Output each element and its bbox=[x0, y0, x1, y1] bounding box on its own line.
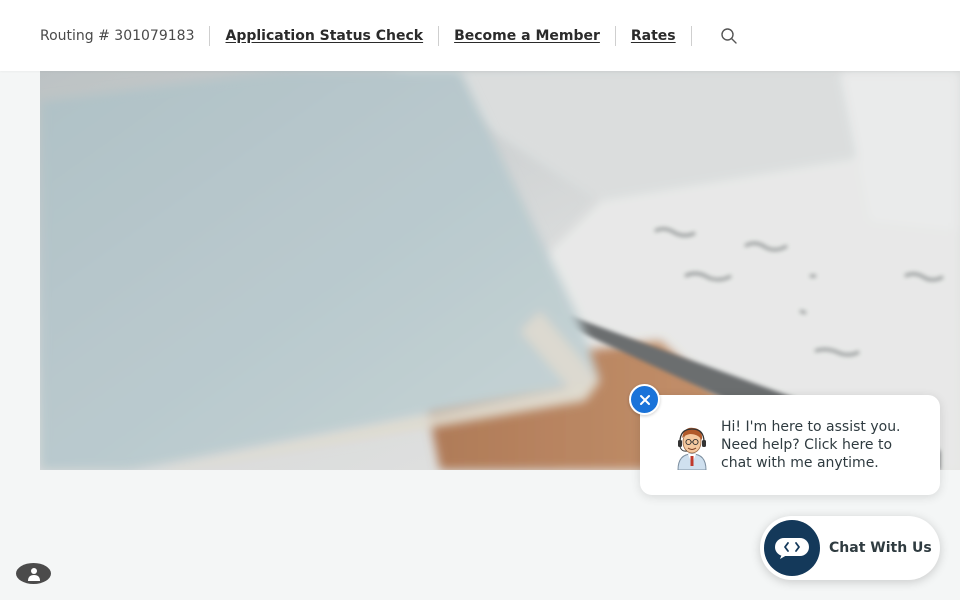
divider bbox=[614, 25, 616, 46]
divider bbox=[690, 25, 692, 46]
support-agent-avatar bbox=[672, 422, 712, 470]
chat-launcher-label: Chat With Us bbox=[829, 540, 932, 556]
accessibility-button[interactable] bbox=[16, 563, 51, 584]
chat-icon-circle bbox=[764, 520, 820, 576]
chat-launcher-button[interactable]: Chat With Us bbox=[760, 516, 940, 580]
chat-icon bbox=[775, 538, 809, 559]
search-icon bbox=[720, 27, 737, 44]
chat-invite-popup[interactable]: Hi! I'm here to assist you. Need help? C… bbox=[640, 395, 940, 495]
divider bbox=[209, 25, 211, 46]
accessibility-icon bbox=[27, 567, 40, 581]
chat-invite-message: Hi! I'm here to assist you. Need help? C… bbox=[721, 419, 901, 471]
search-button[interactable] bbox=[717, 24, 741, 48]
nav-link-rates[interactable]: Rates bbox=[631, 28, 676, 44]
divider bbox=[438, 25, 440, 46]
top-utility-bar: Routing # 301079183 Application Status C… bbox=[0, 0, 960, 71]
nav-link-application-status[interactable]: Application Status Check bbox=[225, 28, 423, 44]
close-chat-popup-button[interactable] bbox=[629, 384, 660, 415]
routing-number: Routing # 301079183 bbox=[40, 27, 195, 44]
nav-link-become-member[interactable]: Become a Member bbox=[454, 28, 600, 44]
close-icon bbox=[639, 394, 650, 405]
